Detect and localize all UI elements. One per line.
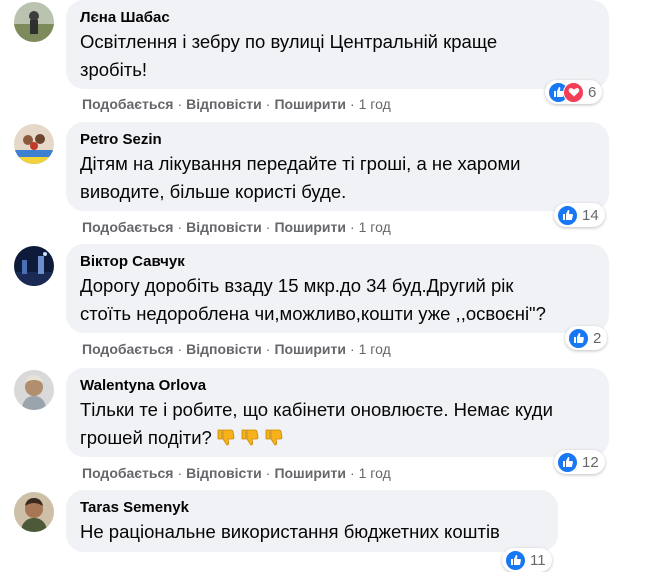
separator: ·: [265, 465, 271, 481]
separator: ·: [349, 219, 355, 235]
avatar[interactable]: [14, 124, 54, 164]
comment-line: Тільки те і робите, що кабінети оновлюєт…: [80, 399, 553, 420]
reaction-count: 2: [593, 329, 602, 347]
separator: ·: [349, 465, 355, 481]
separator: ·: [265, 96, 271, 112]
comment-line: Не раціональне використання бюджетних ко…: [80, 521, 500, 542]
thumbs-down-icon: [217, 429, 235, 446]
reaction-count: 11: [530, 551, 546, 569]
reply-button[interactable]: Відповісти: [186, 341, 262, 357]
timestamp[interactable]: 1 год: [359, 465, 391, 481]
reaction-summary[interactable]: 12: [554, 450, 605, 474]
reply-button[interactable]: Відповісти: [186, 465, 262, 481]
like-button[interactable]: Подобається: [82, 96, 173, 112]
share-button[interactable]: Поширити: [274, 341, 346, 357]
separator: ·: [177, 465, 183, 481]
like-icon: [557, 451, 578, 473]
comment-actions: Подобається · Відповісти · Поширити · 1 год: [82, 95, 391, 113]
timestamp[interactable]: 1 год: [359, 341, 391, 357]
comment-bubble: Лєна Шабас Освітлення і зебру по вулиці …: [66, 0, 609, 89]
comment-bubble: Taras Semenyk Не раціональне використанн…: [66, 490, 558, 552]
comment-line: Дорогу доробіть взаду 15 мкр.до 34 буд.Д…: [80, 275, 514, 296]
comment-line: виводите, більше користі буде.: [80, 181, 347, 202]
timestamp[interactable]: 1 год: [359, 219, 391, 235]
like-icon: [568, 327, 589, 349]
comment-bubble: Petro Sezin Дітям на лікування передайте…: [66, 122, 609, 211]
reaction-summary[interactable]: 2: [565, 326, 608, 350]
comment-author[interactable]: Petro Sezin: [80, 130, 595, 150]
comment-bubble: Walentyna Orlova Тільки те і робите, що …: [66, 368, 609, 457]
timestamp[interactable]: 1 год: [359, 96, 391, 112]
comment-line-text: грошей подіти?: [80, 427, 212, 448]
comment-author[interactable]: Walentyna Orlova: [80, 376, 595, 396]
thumbs-down-icon: [265, 429, 283, 446]
share-button[interactable]: Поширити: [274, 219, 346, 235]
separator: ·: [177, 96, 183, 112]
separator: ·: [265, 341, 271, 357]
reply-button[interactable]: Відповісти: [186, 219, 262, 235]
comment-text: Дорогу доробіть взаду 15 мкр.до 34 буд.Д…: [80, 272, 595, 328]
share-button[interactable]: Поширити: [274, 465, 346, 481]
separator: ·: [177, 219, 183, 235]
comment-line: грошей подіти?: [80, 424, 595, 452]
comment-line: Дітям на лікування передайте ті гроші, а…: [80, 153, 521, 174]
comment-text: Не раціональне використання бюджетних ко…: [80, 518, 544, 546]
comment-author[interactable]: Taras Semenyk: [80, 498, 544, 518]
reaction-summary[interactable]: 11: [502, 548, 552, 572]
reply-button[interactable]: Відповісти: [186, 96, 262, 112]
like-button[interactable]: Подобається: [82, 341, 173, 357]
comment-line: зробіть!: [80, 59, 148, 80]
comment-text: Дітям на лікування передайте ті гроші, а…: [80, 150, 595, 206]
like-button[interactable]: Подобається: [82, 219, 173, 235]
like-icon: [505, 549, 526, 571]
thumbs-down-icon: [241, 429, 259, 446]
comment-actions: Подобається · Відповісти · Поширити · 1 год: [82, 464, 391, 482]
avatar[interactable]: [14, 246, 54, 286]
avatar[interactable]: [14, 2, 54, 42]
reaction-summary[interactable]: 14: [554, 203, 605, 227]
like-button[interactable]: Подобається: [82, 465, 173, 481]
separator: ·: [349, 96, 355, 112]
reaction-count: 14: [582, 206, 599, 224]
comment-author[interactable]: Лєна Шабас: [80, 8, 595, 28]
comment-author[interactable]: Віктор Савчук: [80, 252, 595, 272]
avatar[interactable]: [14, 370, 54, 410]
share-button[interactable]: Поширити: [274, 96, 346, 112]
reaction-count: 6: [588, 83, 597, 101]
comment-bubble: Віктор Савчук Дорогу доробіть взаду 15 м…: [66, 244, 609, 333]
comment-line: Освітлення і зебру по вулиці Центральній…: [80, 31, 498, 52]
comment-actions: Подобається · Відповісти · Поширити · 1 год: [82, 340, 391, 358]
comment-text: Тільки те і робите, що кабінети оновлюєт…: [80, 396, 595, 452]
reaction-summary[interactable]: 6: [545, 80, 603, 104]
separator: ·: [265, 219, 271, 235]
comment-line: стоїть недороблена чи,можливо,кошти уже …: [80, 303, 546, 324]
comment-actions: Подобається · Відповісти · Поширити · 1 год: [82, 218, 391, 236]
love-icon: [563, 81, 584, 103]
separator: ·: [177, 341, 183, 357]
separator: ·: [349, 341, 355, 357]
avatar[interactable]: [14, 492, 54, 532]
reaction-count: 12: [582, 453, 599, 471]
like-icon: [557, 204, 578, 226]
comment-text: Освітлення і зебру по вулиці Центральній…: [80, 28, 595, 84]
